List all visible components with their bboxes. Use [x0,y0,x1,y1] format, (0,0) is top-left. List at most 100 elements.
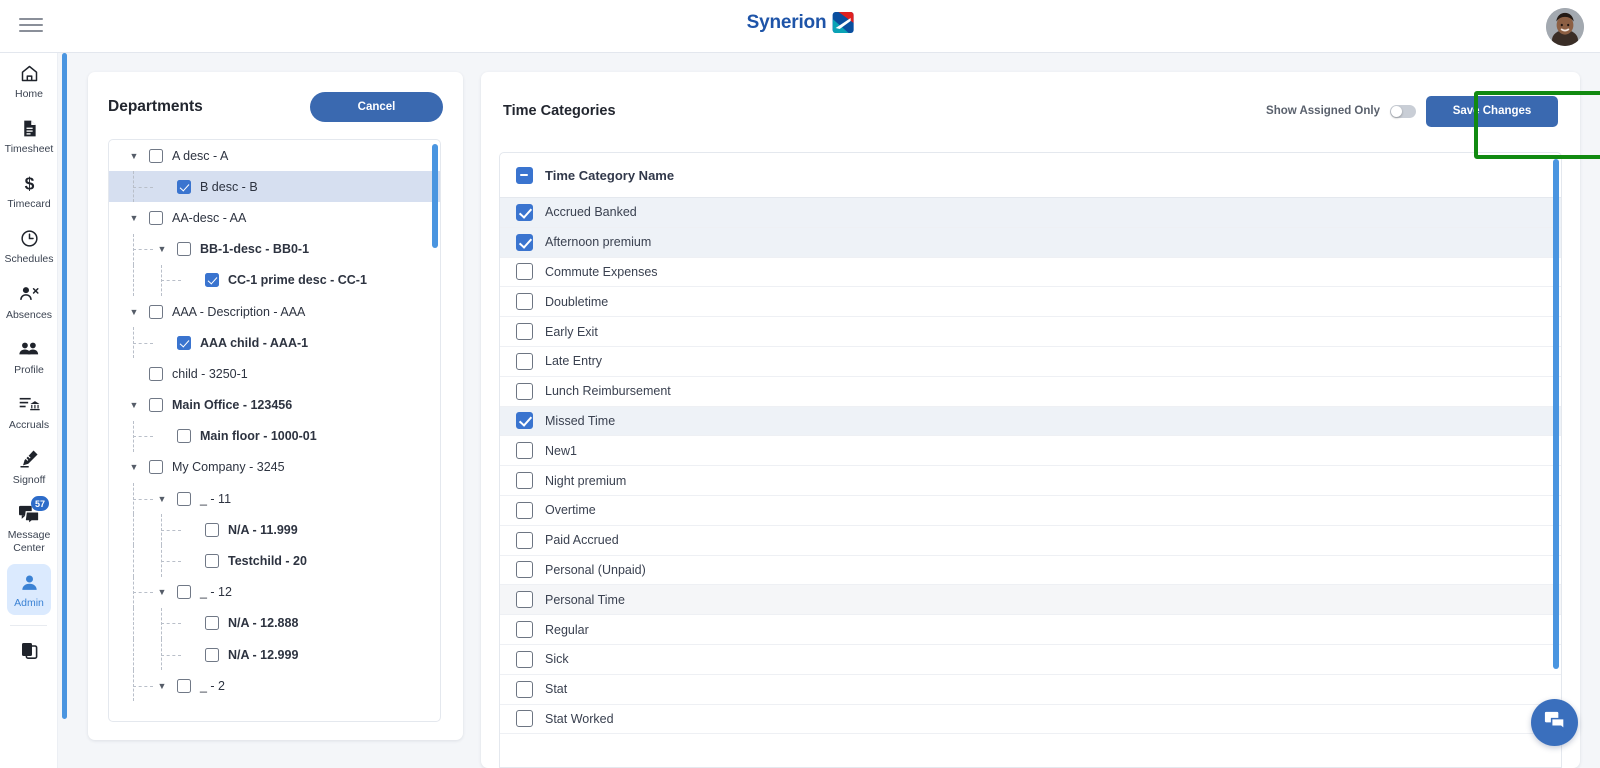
table-row[interactable]: Stat Worked [500,705,1561,735]
tree-node-checkbox[interactable] [177,585,191,600]
sidebar-item-profile[interactable]: Profile [0,329,57,384]
chevron-down-icon[interactable]: ▼ [155,492,169,506]
tree-node[interactable]: ▼ AAA - Description - AAA [109,296,440,327]
sidebar-item-timesheet[interactable]: Timesheet [0,108,57,163]
tree-node-checkbox[interactable] [177,429,191,444]
time-categories-scrollbar[interactable] [1553,159,1559,669]
table-row[interactable]: Personal Time [500,585,1561,616]
row-checkbox[interactable] [516,650,533,668]
chevron-down-icon[interactable]: ▼ [127,149,141,163]
sidebar-item-home[interactable]: Home [0,53,57,108]
tree-node[interactable]: ▼ AA-desc - AA [109,202,440,233]
table-row[interactable]: Accrued Banked [500,198,1561,228]
row-checkbox[interactable] [516,680,533,698]
row-checkbox[interactable] [516,621,533,639]
sidebar-item-accruals[interactable]: Accruals [0,384,57,439]
tree-node-checkbox[interactable] [177,491,191,506]
hamburger-menu-icon[interactable] [19,15,43,35]
table-row[interactable]: Commute Expenses [500,258,1561,288]
tree-node-checkbox[interactable] [149,304,163,319]
table-row[interactable]: Paid Accrued [500,526,1561,556]
chevron-down-icon[interactable]: ▼ [127,460,141,474]
tree-node[interactable]: ▼B desc - B [109,171,440,203]
select-all-checkbox[interactable] [516,166,533,184]
tree-node[interactable]: ▼ My Company - 3245 [109,452,440,483]
table-row[interactable]: Lunch Reimbursement [500,377,1561,407]
tree-node[interactable]: ▼Testchild - 20 [109,545,440,577]
sidebar-item-admin[interactable]: Admin [0,562,57,617]
tree-node[interactable]: ▼ _ - 11 [109,483,440,515]
tree-node[interactable]: ▼N/A - 12.888 [109,607,440,639]
tree-node[interactable]: ▼Main floor - 1000-01 [109,420,440,452]
sidebar-item-absences[interactable]: Absences [0,274,57,329]
table-row[interactable]: Sick [500,645,1561,675]
tree-node[interactable]: ▼AAA child - AAA-1 [109,327,440,359]
row-checkbox[interactable] [516,412,533,430]
table-row[interactable]: Overtime [500,496,1561,526]
tree-node-checkbox[interactable] [177,242,191,257]
departments-tree-scrollbar[interactable] [432,144,438,248]
row-checkbox[interactable] [516,352,533,370]
row-checkbox[interactable] [516,263,533,281]
table-row[interactable]: Personal (Unpaid) [500,556,1561,586]
row-checkbox[interactable] [516,591,533,609]
row-checkbox[interactable] [516,323,533,341]
cancel-button[interactable]: Cancel [310,92,443,122]
table-row[interactable]: Early Exit [500,317,1561,347]
tree-node-checkbox[interactable] [149,366,163,381]
table-row[interactable]: Afternoon premium [500,227,1561,258]
tree-node-checkbox[interactable] [149,398,163,413]
row-checkbox[interactable] [516,293,533,311]
tree-node[interactable]: ▼ BB-1-desc - BB0-1 [109,233,440,265]
chevron-down-icon[interactable]: ▼ [155,242,169,256]
table-row[interactable]: Regular [500,615,1561,645]
tree-node-checkbox[interactable] [205,522,219,537]
row-checkbox[interactable] [516,442,533,460]
tree-node[interactable]: ▼ _ - 2 [109,670,440,702]
table-row[interactable]: Stat [500,675,1561,705]
table-row[interactable]: Late Entry [500,347,1561,377]
chevron-down-icon[interactable]: ▼ [127,211,141,225]
tree-node[interactable]: ▼N/A - 11.999 [109,514,440,546]
table-row[interactable]: New1 [500,436,1561,467]
chevron-down-icon[interactable]: ▼ [127,305,141,319]
sidebar-item-signoff[interactable]: Signoff [0,439,57,494]
row-checkbox[interactable] [516,531,533,549]
tree-node[interactable]: ▼ Main Office - 123456 [109,390,440,421]
show-assigned-only-toggle[interactable] [1390,104,1416,118]
row-checkbox[interactable] [516,382,533,400]
sidebar-item-pages[interactable] [0,630,57,668]
tree-node[interactable]: ▼CC-1 prime desc - CC-1 [109,264,440,296]
save-changes-button[interactable]: Save Changes [1426,95,1558,127]
departments-tree-scroll[interactable]: ▼A desc - A▼B desc - B▼AA-desc - AA▼BB-1… [109,140,440,721]
chevron-down-icon[interactable]: ▼ [155,585,169,599]
tree-node[interactable]: ▼child - 3250-1 [109,358,440,389]
table-row[interactable]: Doubletime [500,287,1561,318]
chat-fab-button[interactable] [1531,699,1578,746]
tree-node[interactable]: ▼ _ - 12 [109,576,440,608]
tree-node[interactable]: ▼N/A - 12.999 [109,639,440,671]
tree-node-checkbox[interactable] [205,554,219,569]
chevron-down-icon[interactable]: ▼ [155,679,169,693]
tree-node-checkbox[interactable] [177,179,191,194]
tree-node-checkbox[interactable] [177,335,191,350]
user-avatar[interactable] [1546,8,1584,46]
tree-node-checkbox[interactable] [177,678,191,693]
row-checkbox[interactable] [516,203,533,221]
sidebar-item-message-center[interactable]: 57 Message Center [0,494,57,562]
row-checkbox[interactable] [516,233,533,251]
chevron-down-icon[interactable]: ▼ [127,398,141,412]
tree-node-checkbox[interactable] [205,616,219,631]
tree-node-checkbox[interactable] [149,460,163,475]
table-row[interactable]: Missed Time [500,406,1561,437]
tree-node-checkbox[interactable] [149,148,163,163]
tree-node-checkbox[interactable] [205,273,219,288]
row-checkbox[interactable] [516,472,533,490]
sidebar-item-timecard[interactable]: $ Timecard [0,163,57,218]
row-checkbox[interactable] [516,710,533,728]
tree-node-checkbox[interactable] [149,210,163,225]
tree-node[interactable]: ▼ A desc - A [109,140,440,171]
sidebar-item-schedules[interactable]: Schedules [0,218,57,273]
tree-node-checkbox[interactable] [205,647,219,662]
table-row[interactable]: Night premium [500,466,1561,496]
